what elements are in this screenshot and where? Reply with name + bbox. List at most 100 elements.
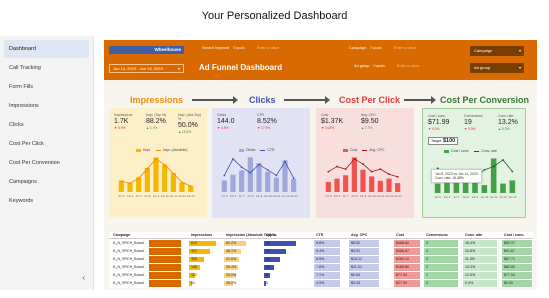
- chart-point[interactable]: [163, 163, 166, 166]
- chart-point[interactable]: [129, 182, 131, 185]
- chart-bar[interactable]: [118, 180, 124, 192]
- chart-point[interactable]: [483, 168, 486, 171]
- date-range-picker[interactable]: Jun 14, 2023 - Jun 13, 2023 ▾: [109, 64, 184, 73]
- chart-bar[interactable]: [490, 158, 497, 193]
- chart-bar[interactable]: [386, 178, 392, 192]
- chart-point[interactable]: [502, 159, 504, 161]
- chart-bar[interactable]: [343, 175, 349, 192]
- campaign-dropdown[interactable]: Campaign ▾: [470, 46, 524, 56]
- chart-point[interactable]: [492, 165, 495, 168]
- collapse-sidebar-icon[interactable]: ‹: [82, 273, 85, 282]
- search-keyword-filter[interactable]: Search keyword Equals Enter a value: [202, 45, 322, 52]
- sidebar-item-form-fills[interactable]: Form Fills: [0, 78, 93, 96]
- chart-point[interactable]: [249, 171, 252, 174]
- chart-bar[interactable]: [221, 180, 227, 192]
- chart-point[interactable]: [240, 166, 243, 169]
- chart-bar[interactable]: [230, 174, 236, 192]
- table-row[interactable]: A_N_SRCH_Brand 305 41.6% 26 8.5% $10.12 $263.1…: [109, 256, 533, 263]
- chart-point[interactable]: [258, 163, 260, 166]
- chart-point[interactable]: [379, 168, 382, 171]
- chart-point[interactable]: [120, 180, 123, 183]
- chart-bar[interactable]: [153, 157, 159, 192]
- chart-bar[interactable]: [377, 180, 383, 192]
- chart-bar[interactable]: [360, 169, 366, 192]
- column-header[interactable]: Campaign: [111, 232, 130, 239]
- column-header[interactable]: CTR: [314, 232, 323, 239]
- chart-bar[interactable]: [500, 183, 506, 193]
- chart-point[interactable]: [396, 175, 399, 178]
- chart-bar[interactable]: [256, 163, 262, 192]
- chart-bar[interactable]: [273, 177, 279, 192]
- chart-bar[interactable]: [239, 170, 245, 192]
- chart-bar[interactable]: [351, 157, 357, 192]
- chart-point[interactable]: [189, 185, 192, 188]
- filter-operator[interactable]: Equals: [233, 46, 245, 50]
- chart-point[interactable]: [362, 163, 364, 165]
- cell-text: 8.8%: [316, 241, 325, 245]
- chart-bar[interactable]: [144, 167, 150, 192]
- table-row[interactable]: A_N_SRCH_Brand 112 33.0% 8 7.1% $9.63 $77.04 1 1…: [109, 272, 533, 279]
- chart-bar[interactable]: [395, 183, 401, 192]
- chart-bar[interactable]: [369, 176, 375, 192]
- column-header[interactable]: Impressions: [189, 232, 212, 239]
- chart-point[interactable]: [388, 173, 390, 176]
- chart-point[interactable]: [336, 165, 338, 168]
- sidebar-item-call-tracking[interactable]: Call Tracking: [0, 59, 93, 77]
- ad-group-filter[interactable]: Ad group Equals Enter a value: [354, 63, 464, 70]
- ad-group-dropdown[interactable]: Ad group ▾: [470, 63, 524, 73]
- chart-point[interactable]: [266, 169, 269, 171]
- chart-point[interactable]: [232, 158, 234, 160]
- sidebar-item-cost-per-click[interactable]: Cost Per Click: [0, 135, 93, 153]
- table-cell: 26: [264, 256, 304, 263]
- sidebar-item-keywords[interactable]: Keywords: [0, 192, 93, 210]
- column-header[interactable]: Clicks: [264, 232, 277, 239]
- column-header[interactable]: Conversions: [424, 232, 448, 239]
- chart-point[interactable]: [327, 170, 330, 173]
- sidebar-item-campaigns[interactable]: Campaigns: [0, 173, 93, 191]
- chart-point[interactable]: [344, 168, 347, 171]
- chart-point[interactable]: [223, 174, 226, 177]
- chart-bar[interactable]: [162, 164, 168, 192]
- column-header[interactable]: Cost: [394, 232, 404, 239]
- arrow-right-icon: [284, 96, 330, 104]
- campaign-filter[interactable]: Campaign Equals Enter a value: [349, 45, 459, 52]
- chart-bar[interactable]: [334, 178, 340, 192]
- chart-point[interactable]: [353, 158, 356, 160]
- chart-point[interactable]: [146, 167, 149, 170]
- chart-bar[interactable]: [434, 183, 441, 193]
- chart-point[interactable]: [137, 177, 140, 180]
- chart-bar[interactable]: [179, 182, 185, 192]
- filter-operator[interactable]: Equals: [370, 46, 382, 50]
- table-row[interactable]: A_N_SRCH_Brand 61 26.2% 3 4.9% $9.33 $27.99 0 0.…: [109, 280, 533, 287]
- column-header[interactable]: Cost / conv.: [502, 232, 524, 239]
- chart-bar[interactable]: [247, 157, 253, 192]
- chart-bar[interactable]: [325, 181, 331, 192]
- chart-point[interactable]: [155, 158, 157, 160]
- sidebar-item-dashboard[interactable]: Dashboard: [4, 40, 89, 58]
- sidebar-item-impressions[interactable]: Impressions: [0, 97, 93, 115]
- chart-bar[interactable]: [472, 182, 478, 193]
- filter-operator[interactable]: Equals: [373, 64, 385, 68]
- chart-point[interactable]: [172, 172, 175, 175]
- filter-input[interactable]: Enter a value: [397, 64, 419, 68]
- filter-input[interactable]: Enter a value: [394, 46, 416, 50]
- chart-point[interactable]: [292, 177, 295, 180]
- chart-bar[interactable]: [291, 179, 297, 192]
- sidebar-item-clicks[interactable]: Clicks: [0, 116, 93, 134]
- chart-point[interactable]: [511, 170, 514, 173]
- chart-bar[interactable]: [170, 173, 176, 192]
- column-header[interactable]: Avg. CPC: [349, 232, 367, 239]
- filter-input[interactable]: Enter a value: [257, 46, 279, 50]
- column-header[interactable]: Conv. rate: [463, 232, 482, 239]
- chart-point[interactable]: [181, 181, 183, 184]
- sidebar-item-cost-per-conversion[interactable]: Cost Per Conversion: [0, 154, 93, 172]
- chart-bar[interactable]: [481, 185, 488, 193]
- table-row[interactable]: A_N_SRCH_Brand 421 48.1% 37 8.4% $9.91 $366.67…: [109, 248, 533, 255]
- chart-bar[interactable]: [265, 171, 271, 192]
- chart-point[interactable]: [370, 170, 373, 173]
- table-row[interactable]: A_N_SRCH_Brand 198 39.4% 15 7.6% $11.04 $165.6…: [109, 264, 533, 271]
- chart-point[interactable]: [275, 174, 278, 177]
- table-row[interactable]: A_N_SRCH_Brand 612 60.2% 55 8.8% $8.52 $468.62…: [109, 240, 533, 247]
- chart-point[interactable]: [284, 160, 286, 163]
- chart-bar[interactable]: [509, 180, 516, 193]
